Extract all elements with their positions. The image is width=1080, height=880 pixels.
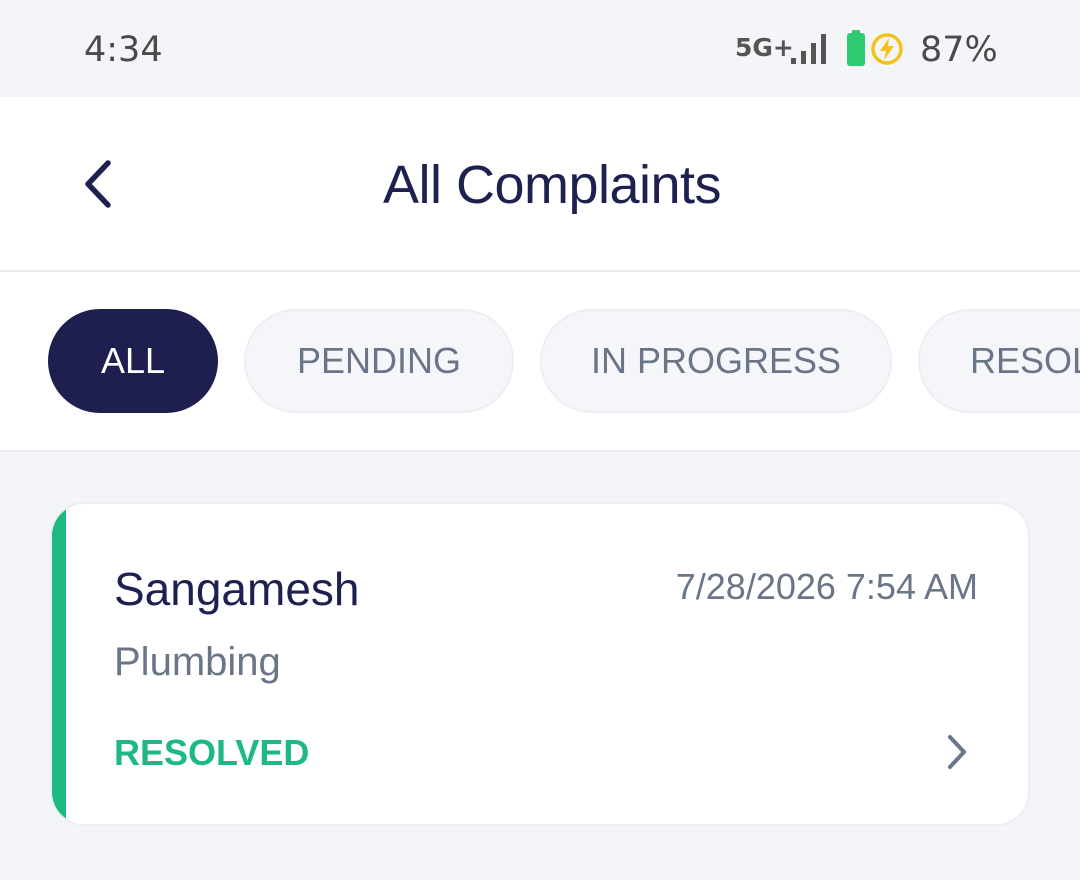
- filter-tabs: ALL PENDING IN PROGRESS RESOLVED: [0, 272, 1080, 452]
- filter-in-progress[interactable]: IN PROGRESS: [540, 309, 892, 413]
- back-button[interactable]: [62, 147, 132, 221]
- page-title: All Complaints: [382, 154, 722, 215]
- complainant-name: Sangamesh: [114, 563, 360, 615]
- complaint-date: 7/28/2026 7:54 AM: [675, 566, 978, 607]
- battery-percent: 87%: [920, 30, 998, 70]
- battery-icon: [847, 30, 865, 66]
- status-time: 4:34: [84, 30, 163, 70]
- filter-pending[interactable]: PENDING: [244, 309, 514, 413]
- complaint-category: Plumbing: [114, 640, 281, 684]
- status-accent-bar: [52, 504, 66, 824]
- chevron-right-icon[interactable]: [942, 732, 972, 772]
- status-indicators: 5G+ 87%: [680, 0, 1080, 97]
- complaint-card[interactable]: Sangamesh 7/28/2026 7:54 AM Plumbing RES…: [50, 502, 1030, 826]
- chevron-left-icon: [85, 160, 111, 208]
- filter-all[interactable]: ALL: [48, 309, 218, 413]
- filter-resolved[interactable]: RESOLVED: [918, 309, 1080, 413]
- signal-icon: [791, 34, 826, 64]
- status-badge: RESOLVED: [114, 732, 310, 773]
- network-type: 5G+: [735, 33, 794, 62]
- screen: 4:34 5G+ 87% All Complaints ALL PENDING …: [0, 0, 1080, 880]
- status-bar: 4:34 5G+ 87%: [0, 0, 1080, 97]
- charging-icon: [871, 33, 903, 65]
- app-header: All Complaints: [0, 97, 1080, 272]
